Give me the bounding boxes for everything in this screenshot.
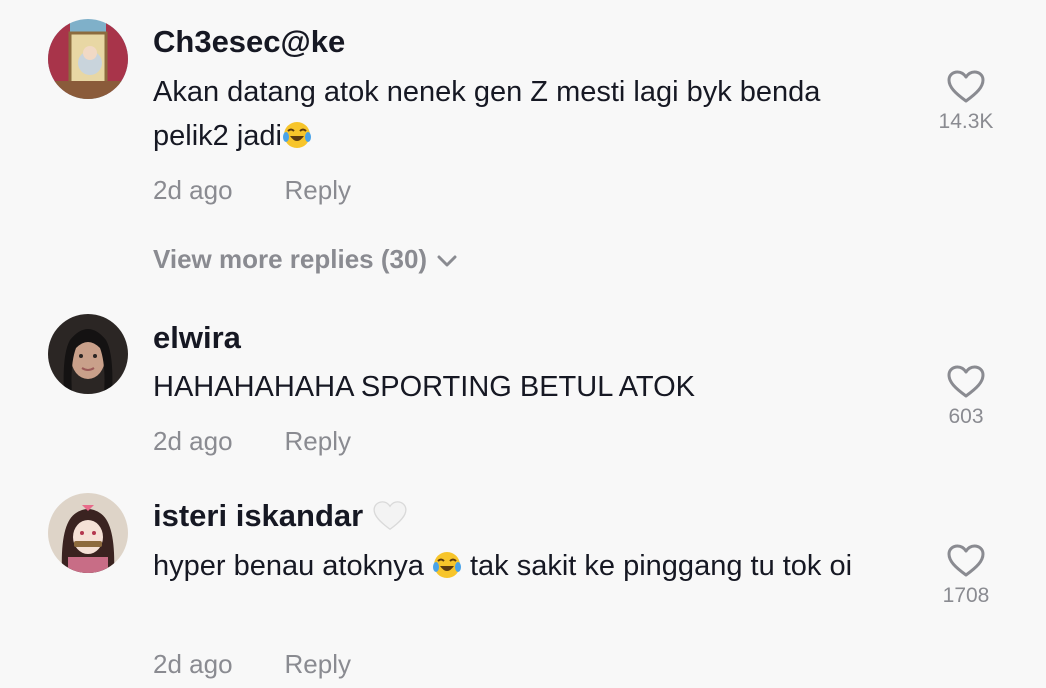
comment-meta: 2d ago Reply (153, 426, 351, 457)
comment-text-body: Akan datang atok nenek gen Z mesti lagi … (153, 76, 821, 152)
comment-username[interactable]: elwira (153, 320, 241, 356)
anime-character-avatar-icon (48, 493, 128, 573)
like-count: 14.3K (938, 110, 994, 133)
comment-timestamp: 2d ago (153, 175, 233, 205)
view-more-replies-label: View more replies (30) (153, 244, 428, 274)
like-button[interactable]: 14.3K (930, 70, 1002, 134)
comment-text-part-2: tak sakit ke pinggang tu tok oi (461, 550, 853, 582)
like-count: 1708 (942, 584, 990, 607)
tears-of-joy-emoji-icon (432, 552, 461, 578)
reply-button[interactable]: Reply (285, 649, 351, 679)
avatar[interactable] (48, 19, 128, 99)
comment-text: hyper benau atoknya tak sakit ke pinggan… (153, 544, 893, 588)
comment-username[interactable]: Ch3esec@ke (153, 24, 345, 60)
avatar[interactable] (48, 314, 128, 394)
comment-timestamp: 2d ago (153, 649, 233, 679)
like-button[interactable]: 603 (930, 365, 1002, 429)
white-heart-emoji-icon (373, 501, 407, 531)
heart-outline-icon (947, 365, 985, 398)
comment-username-text: isteri iskandar (153, 498, 364, 533)
cartoon-character-avatar-icon (48, 19, 128, 99)
comment-text: Akan datang atok nenek gen Z mesti lagi … (153, 70, 893, 158)
profile-photo-avatar-icon (48, 314, 128, 394)
avatar[interactable] (48, 493, 128, 573)
comment-meta: 2d ago Reply (153, 649, 351, 680)
comment-text-part-1: hyper benau atoknya (153, 550, 432, 582)
reply-button[interactable]: Reply (285, 175, 351, 205)
tears-of-joy-emoji-icon (282, 122, 311, 148)
comment-text: HAHAHAHAHA SPORTING BETUL ATOK (153, 365, 893, 409)
reply-button[interactable]: Reply (285, 426, 351, 456)
comment-username[interactable]: isteri iskandar (153, 498, 407, 534)
view-more-replies-button[interactable]: View more replies (30) (153, 244, 457, 275)
comment-meta: 2d ago Reply (153, 175, 351, 206)
heart-outline-icon (947, 70, 985, 103)
like-button[interactable]: 1708 (930, 544, 1002, 608)
chevron-down-icon (437, 255, 457, 267)
like-count: 603 (948, 405, 984, 428)
comment-text-body: HAHAHAHAHA SPORTING BETUL ATOK (153, 371, 696, 403)
heart-outline-icon (947, 544, 985, 577)
comment-timestamp: 2d ago (153, 426, 233, 456)
